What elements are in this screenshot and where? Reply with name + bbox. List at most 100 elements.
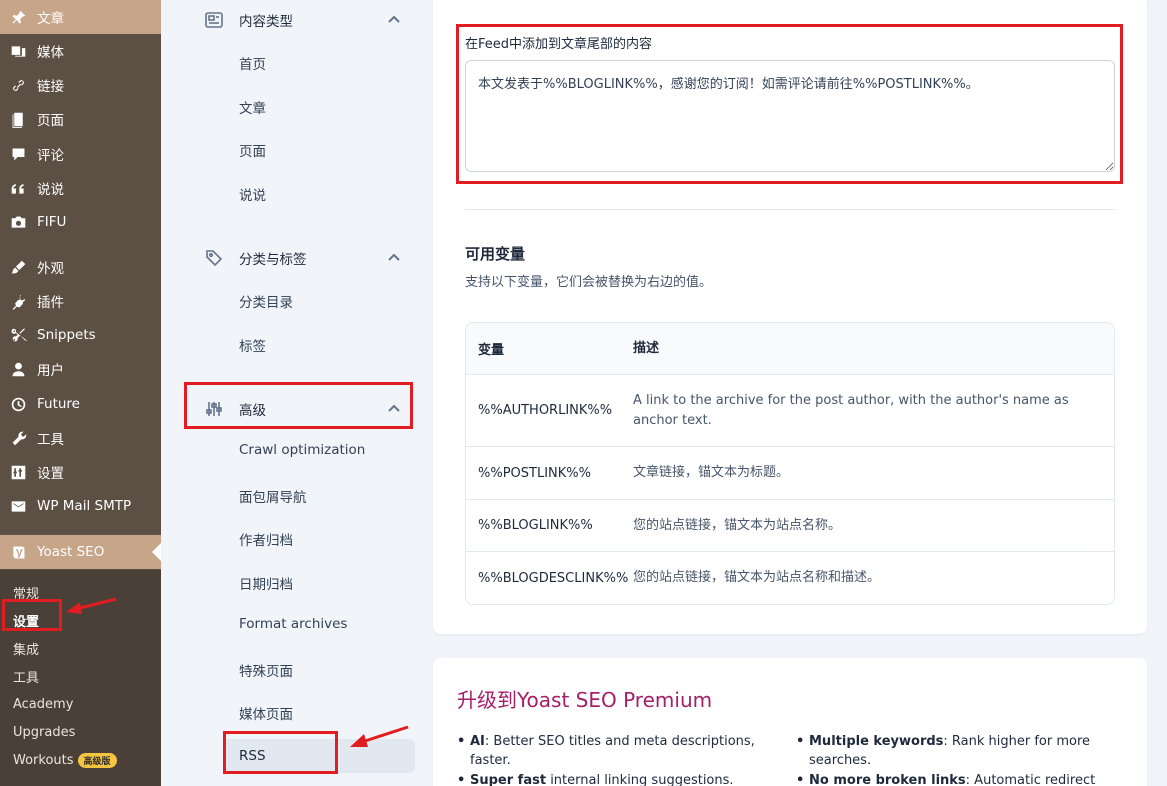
quote-icon <box>9 179 27 197</box>
divider <box>465 209 1115 210</box>
nav-link-pages[interactable]: 页面 <box>239 140 266 160</box>
variable-cell: %%POSTLINK%% <box>478 465 592 481</box>
nav-link-shuoshuo[interactable]: 说说 <box>239 184 266 204</box>
menu-item-snippets[interactable]: Snippets <box>0 318 161 352</box>
description-cell: 文章链接，锚文本为标题。 <box>633 465 790 480</box>
feature-text: internal linking suggestions. <box>546 773 734 786</box>
feature-bold: Multiple keywords <box>809 734 944 749</box>
header-description: 描述 <box>633 340 660 356</box>
media-icon <box>9 42 27 60</box>
nav-link-author-archives[interactable]: 作者归档 <box>239 529 293 549</box>
menu-label: 媒体 <box>37 45 64 61</box>
nav-group-title: 分类与标签 <box>239 252 307 268</box>
nav-group-title: 内容类型 <box>239 14 293 30</box>
menu-label: 工具 <box>37 432 64 448</box>
nav-group-taxonomies[interactable]: 分类与标签 <box>203 243 423 273</box>
submenu-academy[interactable]: Academy <box>13 697 73 712</box>
menu-item-posts[interactable]: 文章 <box>0 0 161 34</box>
annotation-box-textarea <box>456 24 1123 184</box>
link-icon <box>9 76 27 94</box>
nav-link-categories[interactable]: 分类目录 <box>239 291 293 311</box>
menu-item-shuoshuo[interactable]: 说说 <box>0 171 161 205</box>
feature-text: : Better SEO titles and meta description… <box>470 734 755 768</box>
feature-bold: Super fast <box>470 773 547 786</box>
menu-item-pages[interactable]: 页面 <box>0 102 161 136</box>
mail-icon <box>9 497 27 515</box>
camera-icon <box>9 213 27 231</box>
feature-bold: No more broken links <box>809 773 966 786</box>
menu-label: 外观 <box>37 261 64 277</box>
submenu-tools[interactable]: 工具 <box>13 667 39 686</box>
comment-icon <box>9 145 27 163</box>
menu-label: Snippets <box>37 327 96 343</box>
table-row: %%POSTLINK%% 文章链接，锚文本为标题。 <box>466 447 1114 500</box>
nav-link-posts[interactable]: 文章 <box>239 97 266 117</box>
menu-label: WP Mail SMTP <box>37 498 132 514</box>
tag-icon <box>203 247 225 269</box>
variables-title: 可用变量 <box>465 245 526 263</box>
nav-link-date-archives[interactable]: 日期归档 <box>239 573 293 593</box>
settings-icon <box>9 463 27 481</box>
submenu-upgrades[interactable]: Upgrades <box>13 725 75 740</box>
feature-text: : Automatic redirect <box>965 773 1096 786</box>
description-cell: A link to the archive for the post autho… <box>633 392 1069 428</box>
nav-link-crawl-optimization[interactable]: Crawl optimization <box>239 442 365 458</box>
annotation-box-rss <box>223 731 338 774</box>
table-header: 变量 描述 <box>466 323 1114 375</box>
menu-item-appearance[interactable]: 外观 <box>0 250 161 284</box>
menu-item-links[interactable]: 链接 <box>0 68 161 102</box>
menu-item-fifu[interactable]: FIFU <box>0 205 161 239</box>
table-row: %%BLOGDESCLINK%% 您的站点链接，锚文本为站点名称和描述。 <box>466 552 1114 604</box>
chevron-up-icon <box>387 13 401 27</box>
premium-feature: Multiple keywords: Rank higher for more … <box>796 732 1109 770</box>
nav-group-content-types[interactable]: 内容类型 <box>203 5 423 35</box>
premium-feature: No more broken links: Automatic redirect <box>796 771 1109 786</box>
menu-item-wp-mail-smtp[interactable]: WP Mail SMTP <box>0 489 161 523</box>
menu-label: 评论 <box>37 148 64 164</box>
newspaper-icon <box>203 9 225 31</box>
brush-icon <box>9 258 27 276</box>
pin-icon <box>9 8 27 26</box>
menu-label: 说说 <box>37 182 64 198</box>
menu-item-settings[interactable]: 设置 <box>0 455 161 489</box>
annotation-box-advanced <box>184 382 413 429</box>
variables-description: 支持以下变量，它们会被替换为右边的值。 <box>465 275 713 290</box>
wrench-icon <box>9 429 27 447</box>
submenu-label: Workouts <box>13 753 74 768</box>
premium-badge: 高级版 <box>77 753 117 768</box>
nav-link-format-archives[interactable]: Format archives <box>239 616 347 632</box>
user-icon <box>9 360 27 378</box>
plugin-icon <box>9 292 27 310</box>
menu-item-yoast-seo[interactable]: Yoast SEO <box>0 535 161 569</box>
menu-item-users[interactable]: 用户 <box>0 352 161 386</box>
menu-label: Future <box>37 396 80 412</box>
nav-link-tags[interactable]: 标签 <box>239 335 266 355</box>
submenu-integrations[interactable]: 集成 <box>13 639 39 658</box>
menu-item-future[interactable]: Future <box>0 387 161 421</box>
nav-link-special-pages[interactable]: 特殊页面 <box>239 660 293 680</box>
nav-link-breadcrumbs[interactable]: 面包屑导航 <box>239 486 307 506</box>
nav-link-media-pages[interactable]: 媒体页面 <box>239 703 293 723</box>
page-icon <box>9 110 27 128</box>
menu-item-media[interactable]: 媒体 <box>0 34 161 68</box>
premium-feature: AI: Better SEO titles and meta descripti… <box>457 732 790 770</box>
nav-link-homepage[interactable]: 首页 <box>239 53 266 73</box>
premium-upsell-card: 升级到Yoast SEO Premium AI: Better SEO titl… <box>433 658 1147 786</box>
menu-item-plugins[interactable]: 插件 <box>0 284 161 318</box>
feature-bold: AI <box>470 734 485 749</box>
premium-feature: Super fast internal linking suggestions. <box>457 771 790 786</box>
header-variable: 变量 <box>478 343 505 358</box>
annotation-arrow-settings <box>66 597 117 614</box>
table-row: %%BLOGLINK%% 您的站点链接，锚文本为站点名称。 <box>466 500 1114 552</box>
menu-label: 用户 <box>37 363 64 379</box>
variable-cell: %%BLOGLINK%% <box>478 518 593 533</box>
menu-item-comments[interactable]: 评论 <box>0 137 161 171</box>
description-cell: 您的站点链接，锚文本为站点名称和描述。 <box>633 570 881 585</box>
chevron-up-icon <box>387 251 401 265</box>
menu-label: 文章 <box>37 11 64 27</box>
menu-label: 链接 <box>37 79 64 95</box>
scissors-icon <box>9 326 27 344</box>
menu-item-tools[interactable]: 工具 <box>0 421 161 455</box>
submenu-workouts[interactable]: Workouts 高级版 <box>13 753 117 768</box>
description-cell: 您的站点链接，锚文本为站点名称。 <box>633 517 842 533</box>
